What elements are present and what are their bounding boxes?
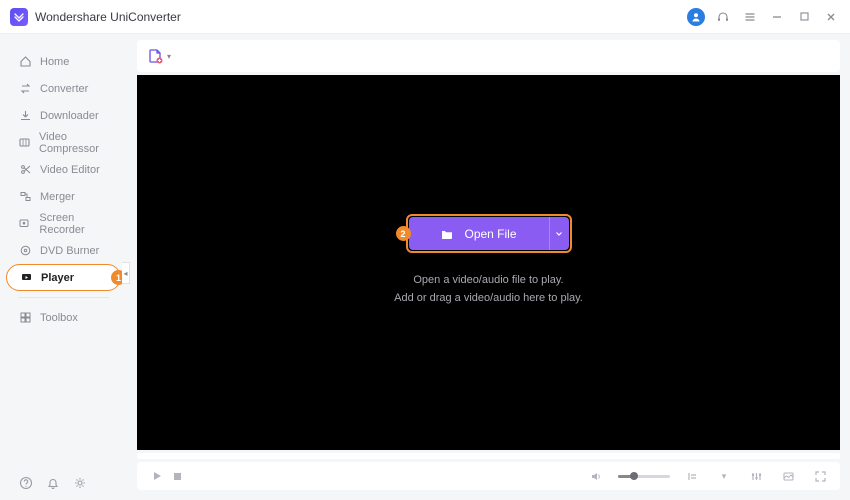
- disc-icon: [18, 244, 32, 258]
- stage-hint-line2: Add or drag a video/audio here to play.: [394, 290, 583, 308]
- player-icon: [19, 271, 33, 285]
- stage-hint-line1: Open a video/audio file to play.: [394, 272, 583, 290]
- record-icon: [18, 217, 31, 231]
- sidebar-item-dvd[interactable]: DVD Burner: [0, 237, 127, 264]
- home-icon: [18, 55, 32, 69]
- volume-icon[interactable]: [586, 466, 606, 486]
- main-toolbar: ▾: [137, 40, 840, 72]
- sidebar-item-label: Video Editor: [40, 164, 100, 176]
- merge-icon: [18, 190, 32, 204]
- sidebar-item-label: Downloader: [40, 110, 99, 122]
- sidebar-item-merger[interactable]: Merger: [0, 183, 127, 210]
- file-add-icon: [147, 48, 164, 65]
- sidebar-item-player[interactable]: Player1: [6, 264, 121, 291]
- help-icon[interactable]: [18, 475, 33, 490]
- sidebar-item-home[interactable]: Home: [0, 48, 127, 75]
- download-icon: [18, 109, 32, 123]
- sidebar-item-label: Toolbox: [40, 312, 78, 324]
- sidebar-item-label: Screen Recorder: [39, 212, 119, 236]
- app-title: Wondershare UniConverter: [35, 10, 181, 24]
- snapshot-icon[interactable]: [778, 466, 798, 486]
- titlebar: Wondershare UniConverter: [0, 0, 850, 34]
- scissors-icon: [18, 163, 32, 177]
- converter-icon: [18, 82, 32, 96]
- sidebar-item-label: Merger: [40, 191, 75, 203]
- minimize-icon[interactable]: [768, 8, 786, 26]
- equalizer-icon[interactable]: [746, 466, 766, 486]
- bell-icon[interactable]: [45, 475, 60, 490]
- open-file-button-group: Open File: [409, 217, 569, 250]
- open-file-button[interactable]: Open File: [409, 217, 549, 250]
- close-icon[interactable]: [822, 8, 840, 26]
- chevron-down-icon: [555, 230, 563, 238]
- open-file-dropdown[interactable]: [549, 217, 569, 250]
- stop-button[interactable]: [167, 466, 187, 486]
- maximize-icon[interactable]: [795, 8, 813, 26]
- play-button[interactable]: [147, 466, 167, 486]
- fullscreen-icon[interactable]: [810, 466, 830, 486]
- sidebar-item-downloader[interactable]: Downloader: [0, 102, 127, 129]
- sidebar-collapse-handle[interactable]: ◂: [122, 262, 130, 284]
- player-controls: ▾: [137, 462, 840, 490]
- sidebar-item-label: Converter: [40, 83, 88, 95]
- gear-icon[interactable]: [72, 475, 87, 490]
- sidebar-item-compressor[interactable]: Video Compressor: [0, 129, 127, 156]
- menu-icon[interactable]: [741, 8, 759, 26]
- compress-icon: [18, 136, 31, 150]
- seek-bar[interactable]: [137, 453, 840, 459]
- callout-badge-2: 2: [396, 226, 411, 241]
- sidebar-footer: [0, 465, 127, 500]
- sidebar-item-toolbox[interactable]: Toolbox: [0, 304, 127, 331]
- app-logo: [10, 8, 28, 26]
- sidebar-item-label: Home: [40, 56, 69, 68]
- user-avatar-icon[interactable]: [687, 8, 705, 26]
- toolbox-icon: [18, 311, 32, 325]
- sidebar-item-label: Video Compressor: [39, 131, 119, 155]
- sidebar-item-converter[interactable]: Converter: [0, 75, 127, 102]
- chevron-down-small-icon: ▾: [714, 466, 734, 486]
- headset-icon[interactable]: [714, 8, 732, 26]
- chevron-down-icon: ▾: [167, 52, 171, 61]
- player-stage[interactable]: Open File 2 Open a video/audio file to p…: [137, 75, 840, 450]
- subtitle-icon[interactable]: [682, 466, 702, 486]
- open-file-label: Open File: [464, 227, 516, 241]
- volume-slider[interactable]: [618, 475, 670, 478]
- sidebar: Home Converter Downloader Video Compress…: [0, 34, 127, 500]
- stage-hint: Open a video/audio file to play. Add or …: [394, 272, 583, 307]
- sidebar-item-editor[interactable]: Video Editor: [0, 156, 127, 183]
- add-file-button[interactable]: ▾: [147, 48, 171, 65]
- folder-icon: [440, 227, 454, 241]
- sidebar-item-label: Player: [41, 272, 74, 284]
- sidebar-divider: [18, 297, 109, 298]
- sidebar-item-label: DVD Burner: [40, 245, 99, 257]
- sidebar-item-recorder[interactable]: Screen Recorder: [0, 210, 127, 237]
